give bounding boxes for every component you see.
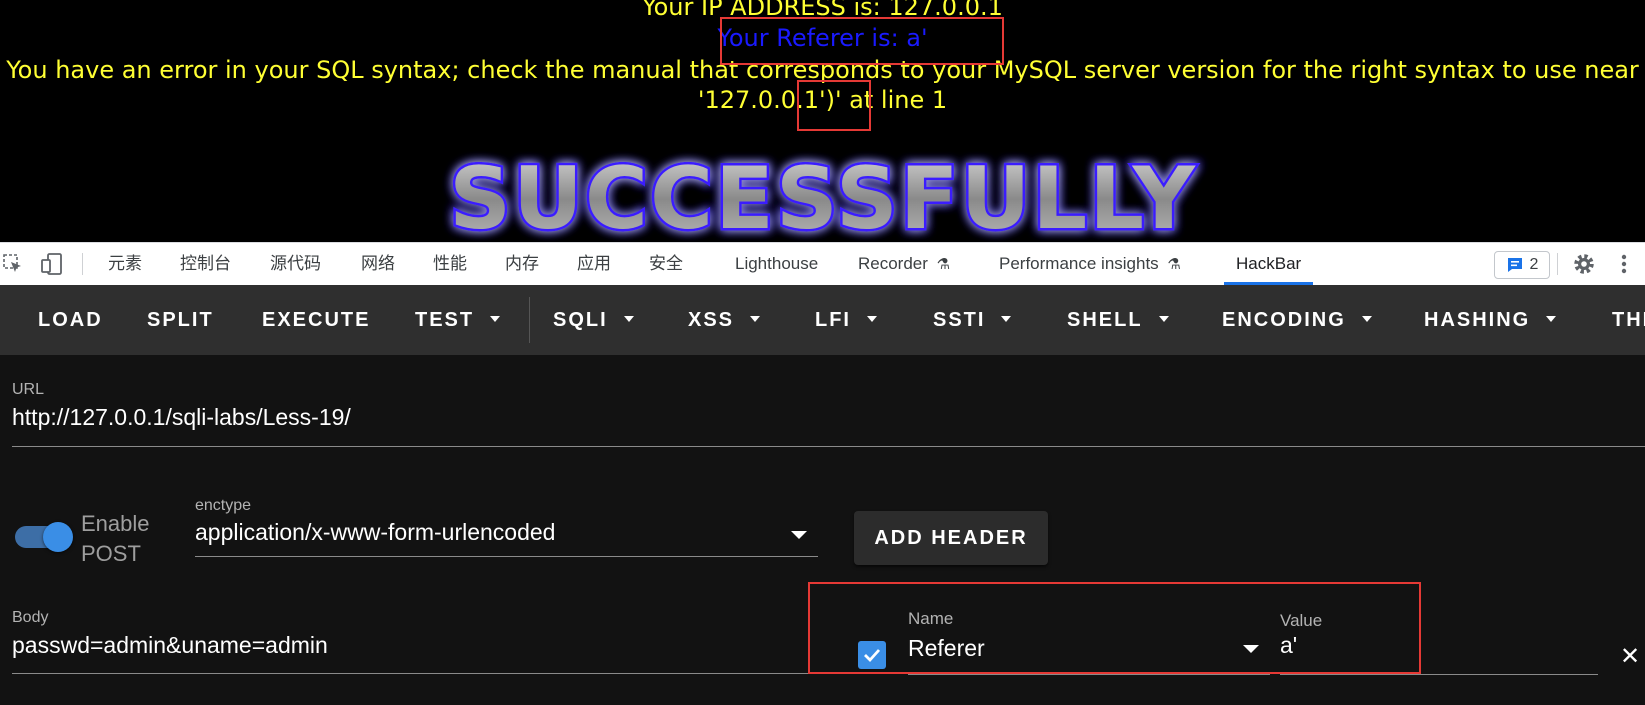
shell-menu-button[interactable]: SHELL	[1067, 285, 1169, 355]
sql-error-line-2: '127.0.0.1')' at line 1	[697, 86, 948, 114]
execute-button[interactable]: EXECUTE	[262, 285, 370, 355]
xss-label: XSS	[688, 309, 735, 331]
tab-separator	[82, 253, 83, 275]
enable-post-label-line1: Enable	[81, 511, 150, 536]
tab-security[interactable]: 安全	[649, 243, 683, 285]
inspect-element-icon[interactable]	[2, 243, 24, 285]
chevron-down-icon	[1001, 315, 1012, 322]
tab-sources[interactable]: 源代码	[270, 243, 321, 285]
chevron-down-icon	[490, 315, 501, 322]
header-name-select[interactable]: Referer	[908, 635, 985, 662]
tab-performance-insights-label: Performance insights	[999, 254, 1159, 273]
enable-post-label: Enable POST	[81, 509, 150, 569]
header-highlight-box	[808, 582, 1421, 674]
page-viewport: Your IP ADDRESS is: 127.0.0.1 Your Refer…	[0, 0, 1645, 242]
settings-gear-icon[interactable]	[1572, 243, 1596, 285]
tab-memory[interactable]: 内存	[505, 243, 539, 285]
issues-count: 2	[1529, 256, 1539, 273]
issues-badge[interactable]: 2	[1494, 251, 1550, 279]
ssti-label: SSTI	[933, 309, 986, 331]
tab-network[interactable]: 网络	[361, 243, 395, 285]
encoding-menu-button[interactable]: ENCODING	[1222, 285, 1372, 355]
tab-console[interactable]: 控制台	[180, 243, 231, 285]
lfi-menu-button[interactable]: LFI	[815, 285, 877, 355]
tab-performance-insights[interactable]: Performance insights ⚗	[999, 243, 1181, 285]
tab-recorder-label: Recorder	[858, 254, 928, 273]
header-name-underline	[908, 674, 1270, 675]
success-banner: SUCCESSFULLY	[0, 148, 1645, 242]
split-button[interactable]: SPLIT	[147, 285, 214, 355]
experiment-flask-icon: ⚗	[936, 256, 951, 273]
hashing-menu-button[interactable]: HASHING	[1424, 285, 1557, 355]
body-label: Body	[12, 609, 49, 626]
device-toolbar-icon[interactable]	[40, 243, 64, 285]
tab-elements[interactable]: 元素	[108, 243, 142, 285]
add-header-button[interactable]: ADD HEADER	[854, 511, 1048, 565]
url-input[interactable]: http://127.0.0.1/sqli-labs/Less-19/	[12, 404, 351, 431]
tab-separator	[1557, 253, 1558, 275]
sql-error-line-1: You have an error in your SQL syntax; ch…	[6, 56, 1639, 84]
hackbar-toolbar: LOAD SPLIT EXECUTE TEST SQLI XSS LFI SST…	[0, 285, 1645, 355]
header-value-label: Value	[1280, 611, 1323, 630]
checkmark-icon	[864, 649, 881, 663]
url-label: URL	[12, 381, 45, 398]
url-underline	[12, 446, 1645, 447]
header-value-underline	[1280, 674, 1598, 675]
referer-line: Your Referer is: a'	[717, 24, 928, 52]
message-icon	[1507, 258, 1522, 272]
banner-text: SUCCESSFULLY	[449, 149, 1197, 242]
test-menu-button[interactable]: TEST	[415, 285, 501, 355]
chevron-down-icon	[750, 315, 761, 322]
toolbar-separator	[529, 297, 530, 343]
enable-post-toggle-knob[interactable]	[43, 522, 73, 552]
remove-header-close-icon[interactable]: ✕	[1620, 644, 1640, 668]
chevron-down-icon	[867, 315, 877, 322]
xss-menu-button[interactable]: XSS	[688, 285, 761, 355]
test-label: TEST	[415, 309, 475, 331]
ip-address-line: Your IP ADDRESS is: 127.0.0.1	[642, 0, 1003, 21]
chevron-down-icon	[1546, 315, 1557, 322]
hackbar-panel: URL http://127.0.0.1/sqli-labs/Less-19/ …	[0, 355, 1645, 705]
header-value-input[interactable]: a'	[1280, 632, 1297, 659]
enctype-select[interactable]: application/x-www-form-urlencoded	[195, 519, 555, 546]
header-enabled-checkbox[interactable]	[858, 641, 886, 669]
shell-label: SHELL	[1067, 309, 1143, 331]
tab-lighthouse[interactable]: Lighthouse	[735, 243, 818, 285]
sqli-label: SQLI	[553, 309, 608, 331]
chevron-down-icon	[1361, 315, 1372, 322]
experiment-flask-icon: ⚗	[1167, 256, 1181, 273]
tab-performance[interactable]: 性能	[433, 243, 467, 285]
chevron-down-icon	[1158, 315, 1169, 322]
encoding-label: ENCODING	[1222, 309, 1346, 331]
theme-menu-button[interactable]: THE	[1612, 285, 1645, 355]
enable-post-label-line2: POST	[81, 541, 141, 566]
sqli-menu-button[interactable]: SQLI	[553, 285, 634, 355]
tab-hackbar[interactable]: HackBar	[1223, 243, 1314, 285]
tab-recorder[interactable]: Recorder ⚗	[858, 243, 950, 285]
chevron-down-icon	[623, 315, 634, 322]
enctype-label: enctype	[195, 497, 252, 514]
hashing-label: HASHING	[1424, 309, 1531, 331]
chevron-down-icon[interactable]	[1243, 645, 1259, 653]
body-input[interactable]: passwd=admin&uname=admin	[12, 632, 328, 659]
lfi-label: LFI	[815, 309, 851, 331]
load-button[interactable]: LOAD	[38, 285, 103, 355]
more-options-icon[interactable]	[1620, 243, 1628, 285]
enctype-underline	[195, 556, 818, 557]
body-underline	[12, 673, 818, 674]
chevron-down-icon[interactable]	[791, 531, 807, 539]
tab-application[interactable]: 应用	[577, 243, 611, 285]
devtools-tab-bar: 元素 控制台 源代码 网络 性能 内存 应用 安全 Lighthouse Rec…	[0, 242, 1645, 286]
header-name-label: Name	[908, 609, 954, 628]
ssti-menu-button[interactable]: SSTI	[933, 285, 1012, 355]
